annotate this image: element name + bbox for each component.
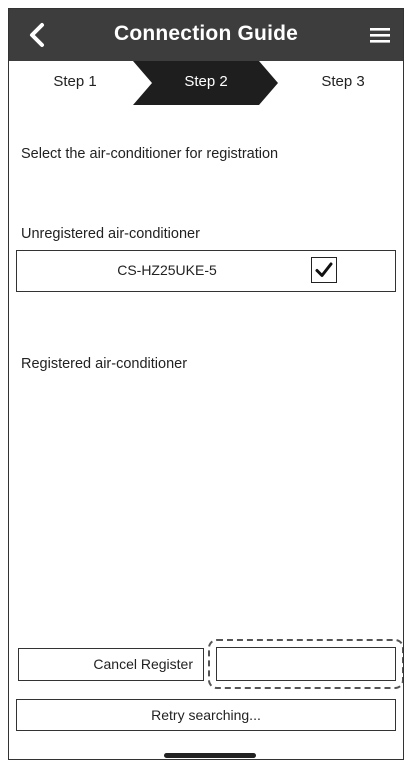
header-bar: Connection Guide xyxy=(9,9,403,61)
registered-section-label: Registered air-conditioner xyxy=(21,356,188,372)
step-2-label-active: Step 2 xyxy=(184,73,228,90)
cancel-register-button[interactable]: Cancel Register xyxy=(18,648,204,681)
home-indicator xyxy=(164,753,256,758)
retry-searching-button[interactable]: Retry searching... xyxy=(16,699,396,731)
instruction-text: Select the air-conditioner for registrat… xyxy=(21,146,279,162)
step-1-label: Step 1 xyxy=(53,73,97,90)
unregistered-section-label: Unregistered air-conditioner xyxy=(21,226,200,242)
page-title: Connection Guide xyxy=(113,22,299,45)
register-button[interactable] xyxy=(216,647,396,681)
step-indicator: Step 1 Step 2 Step 3 xyxy=(9,61,403,105)
menu-button[interactable] xyxy=(367,23,393,47)
device-name: CS-HZ25UKE-5 xyxy=(117,262,217,278)
connection-guide-screen: Connection Guide Step 1 Step 2 Step 3 Se… xyxy=(8,8,404,760)
hamburger-menu-icon xyxy=(370,28,390,43)
step-3-label: Step 3 xyxy=(321,73,365,90)
device-checkbox[interactable] xyxy=(311,257,337,283)
checkmark-icon xyxy=(315,262,333,277)
unregistered-device-row[interactable]: CS-HZ25UKE-5 xyxy=(16,250,396,292)
